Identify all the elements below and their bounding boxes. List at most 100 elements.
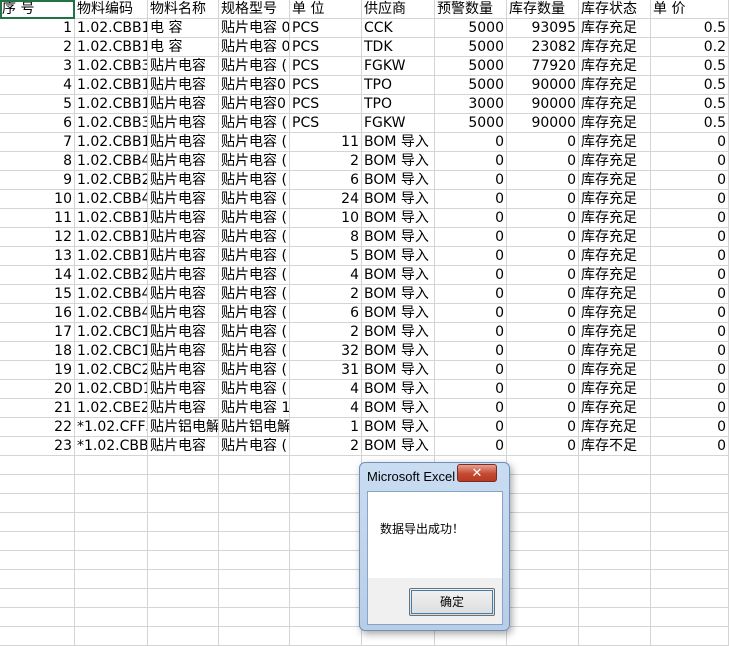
cell-supplier[interactable]: BOM 导入 — [362, 285, 435, 304]
cell-warning-qty[interactable]: 5000 — [435, 38, 507, 57]
empty-cell[interactable] — [0, 475, 75, 494]
cell-unit[interactable]: 32 — [290, 342, 362, 361]
empty-cell[interactable] — [219, 475, 290, 494]
cell-supplier[interactable]: BOM 导入 — [362, 437, 435, 456]
empty-cell[interactable] — [579, 589, 651, 608]
cell-warning-qty[interactable]: 5000 — [435, 76, 507, 95]
cell-material-name[interactable]: 贴片电容 — [148, 76, 219, 95]
cell-material-code[interactable]: 1.02.CBB1C — [75, 228, 148, 247]
cell-material-name[interactable]: 贴片电容 — [148, 228, 219, 247]
cell-seq[interactable]: 7 — [0, 133, 75, 152]
empty-cell[interactable] — [507, 627, 579, 646]
cell-stock-status[interactable]: 库存充足 — [579, 114, 651, 133]
cell-seq[interactable]: 8 — [0, 152, 75, 171]
cell-supplier[interactable]: BOM 导入 — [362, 266, 435, 285]
cell-unit[interactable]: PCS — [290, 114, 362, 133]
cell-stock-status[interactable]: 库存充足 — [579, 38, 651, 57]
header-cell-unit-price[interactable]: 单 价 — [651, 0, 729, 19]
cell-material-code[interactable]: 1.02.CBB47 — [75, 285, 148, 304]
cell-material-code[interactable]: 1.02.CBB1C — [75, 95, 148, 114]
cell-material-name[interactable]: 贴片电容 — [148, 304, 219, 323]
empty-cell[interactable] — [507, 456, 579, 475]
empty-cell[interactable] — [75, 513, 148, 532]
empty-cell[interactable] — [579, 532, 651, 551]
cell-material-code[interactable]: 1.02.CBB1C — [75, 19, 148, 38]
cell-unit-price[interactable]: 0 — [651, 228, 729, 247]
cell-stock-status[interactable]: 库存充足 — [579, 285, 651, 304]
cell-material-name[interactable]: 贴片电容 — [148, 247, 219, 266]
cell-stock-qty[interactable]: 0 — [507, 380, 579, 399]
empty-cell[interactable] — [219, 608, 290, 627]
cell-material-name[interactable]: 贴片电容 — [148, 133, 219, 152]
cell-material-code[interactable]: 1.02.CBC1C — [75, 323, 148, 342]
header-cell-warning-qty[interactable]: 预警数量 — [435, 0, 507, 19]
header-cell-stock-status[interactable]: 库存状态 — [579, 0, 651, 19]
cell-spec-model[interactable]: 贴片铝电解 — [219, 418, 290, 437]
cell-unit-price[interactable]: 0 — [651, 266, 729, 285]
cell-warning-qty[interactable]: 0 — [435, 209, 507, 228]
cell-material-code[interactable]: 1.02.CBB1C — [75, 133, 148, 152]
cell-supplier[interactable]: BOM 导入 — [362, 247, 435, 266]
cell-material-name[interactable]: 贴片电容 — [148, 266, 219, 285]
cell-seq[interactable]: 11 — [0, 209, 75, 228]
cell-seq[interactable]: 9 — [0, 171, 75, 190]
cell-stock-qty[interactable]: 23082 — [507, 38, 579, 57]
cell-seq[interactable]: 10 — [0, 190, 75, 209]
cell-unit-price[interactable]: 0 — [651, 399, 729, 418]
cell-unit-price[interactable]: 0.2 — [651, 38, 729, 57]
cell-material-name[interactable]: 贴片电容 — [148, 114, 219, 133]
cell-stock-qty[interactable]: 0 — [507, 437, 579, 456]
cell-stock-status[interactable]: 库存充足 — [579, 247, 651, 266]
cell-seq[interactable]: 14 — [0, 266, 75, 285]
cell-stock-status[interactable]: 库存不足 — [579, 437, 651, 456]
empty-cell[interactable] — [290, 532, 362, 551]
cell-unit[interactable]: 4 — [290, 380, 362, 399]
empty-cell[interactable] — [507, 551, 579, 570]
cell-stock-qty[interactable]: 0 — [507, 247, 579, 266]
cell-warning-qty[interactable]: 0 — [435, 323, 507, 342]
empty-cell[interactable] — [148, 475, 219, 494]
cell-stock-status[interactable]: 库存充足 — [579, 418, 651, 437]
header-cell-material-name[interactable]: 物料名称 — [148, 0, 219, 19]
cell-unit[interactable]: 4 — [290, 399, 362, 418]
empty-cell[interactable] — [148, 627, 219, 646]
cell-unit[interactable]: 24 — [290, 190, 362, 209]
cell-supplier[interactable]: BOM 导入 — [362, 171, 435, 190]
empty-cell[interactable] — [219, 494, 290, 513]
cell-unit-price[interactable]: 0.5 — [651, 95, 729, 114]
empty-cell[interactable] — [651, 570, 729, 589]
cell-supplier[interactable]: BOM 导入 — [362, 323, 435, 342]
cell-material-name[interactable]: 贴片电容 — [148, 285, 219, 304]
empty-cell[interactable] — [290, 570, 362, 589]
cell-stock-qty[interactable]: 0 — [507, 171, 579, 190]
cell-material-name[interactable]: 贴片电容 — [148, 437, 219, 456]
cell-warning-qty[interactable]: 5000 — [435, 114, 507, 133]
cell-supplier[interactable]: BOM 导入 — [362, 418, 435, 437]
empty-cell[interactable] — [290, 475, 362, 494]
cell-supplier[interactable]: FGKW — [362, 114, 435, 133]
cell-unit-price[interactable]: 0.5 — [651, 114, 729, 133]
cell-supplier[interactable]: BOM 导入 — [362, 133, 435, 152]
cell-stock-status[interactable]: 库存充足 — [579, 190, 651, 209]
cell-supplier[interactable]: TPO — [362, 76, 435, 95]
cell-supplier[interactable]: BOM 导入 — [362, 361, 435, 380]
empty-cell[interactable] — [651, 494, 729, 513]
empty-cell[interactable] — [507, 589, 579, 608]
empty-cell[interactable] — [579, 456, 651, 475]
close-icon[interactable]: ✕ — [457, 464, 497, 482]
cell-spec-model[interactable]: 贴片电容 ( — [219, 228, 290, 247]
empty-cell[interactable] — [148, 456, 219, 475]
empty-cell[interactable] — [0, 513, 75, 532]
cell-unit-price[interactable]: 0 — [651, 247, 729, 266]
cell-warning-qty[interactable]: 0 — [435, 285, 507, 304]
cell-material-code[interactable]: 1.02.CBB47 — [75, 190, 148, 209]
cell-material-name[interactable]: 贴片电容 — [148, 342, 219, 361]
empty-cell[interactable] — [290, 494, 362, 513]
cell-stock-qty[interactable]: 0 — [507, 190, 579, 209]
cell-material-name[interactable]: 贴片电容 — [148, 95, 219, 114]
header-cell-material-code[interactable]: 物料编码 — [75, 0, 148, 19]
cell-unit-price[interactable]: 0.5 — [651, 76, 729, 95]
empty-cell[interactable] — [219, 513, 290, 532]
cell-spec-model[interactable]: 贴片电容0 — [219, 76, 290, 95]
empty-cell[interactable] — [290, 456, 362, 475]
